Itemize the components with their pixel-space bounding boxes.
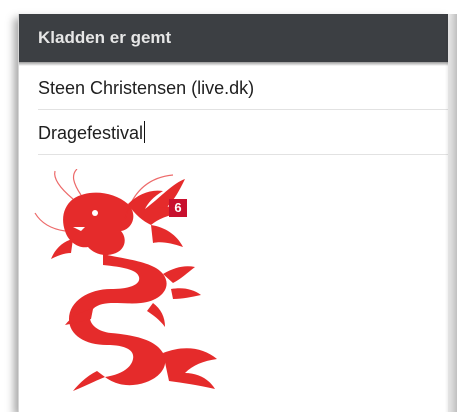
- dragon-image: [34, 169, 217, 391]
- subject-value: Dragefestival: [38, 123, 144, 143]
- status-header: Kladden er gemt: [19, 14, 448, 62]
- draft-saved-title: Kladden er gemt: [38, 28, 172, 47]
- text-caret: [144, 121, 146, 143]
- recipient-value: Steen Christensen (live.dk): [38, 78, 255, 98]
- recipient-field[interactable]: Steen Christensen (live.dk): [38, 66, 448, 110]
- compose-window: Kladden er gemt Steen Christensen (live.…: [18, 14, 448, 412]
- page-edge-shadow: [445, 14, 457, 412]
- step-number-badge: 6: [169, 199, 187, 217]
- message-body[interactable]: 6: [19, 159, 448, 412]
- subject-field[interactable]: Dragefestival: [38, 111, 448, 155]
